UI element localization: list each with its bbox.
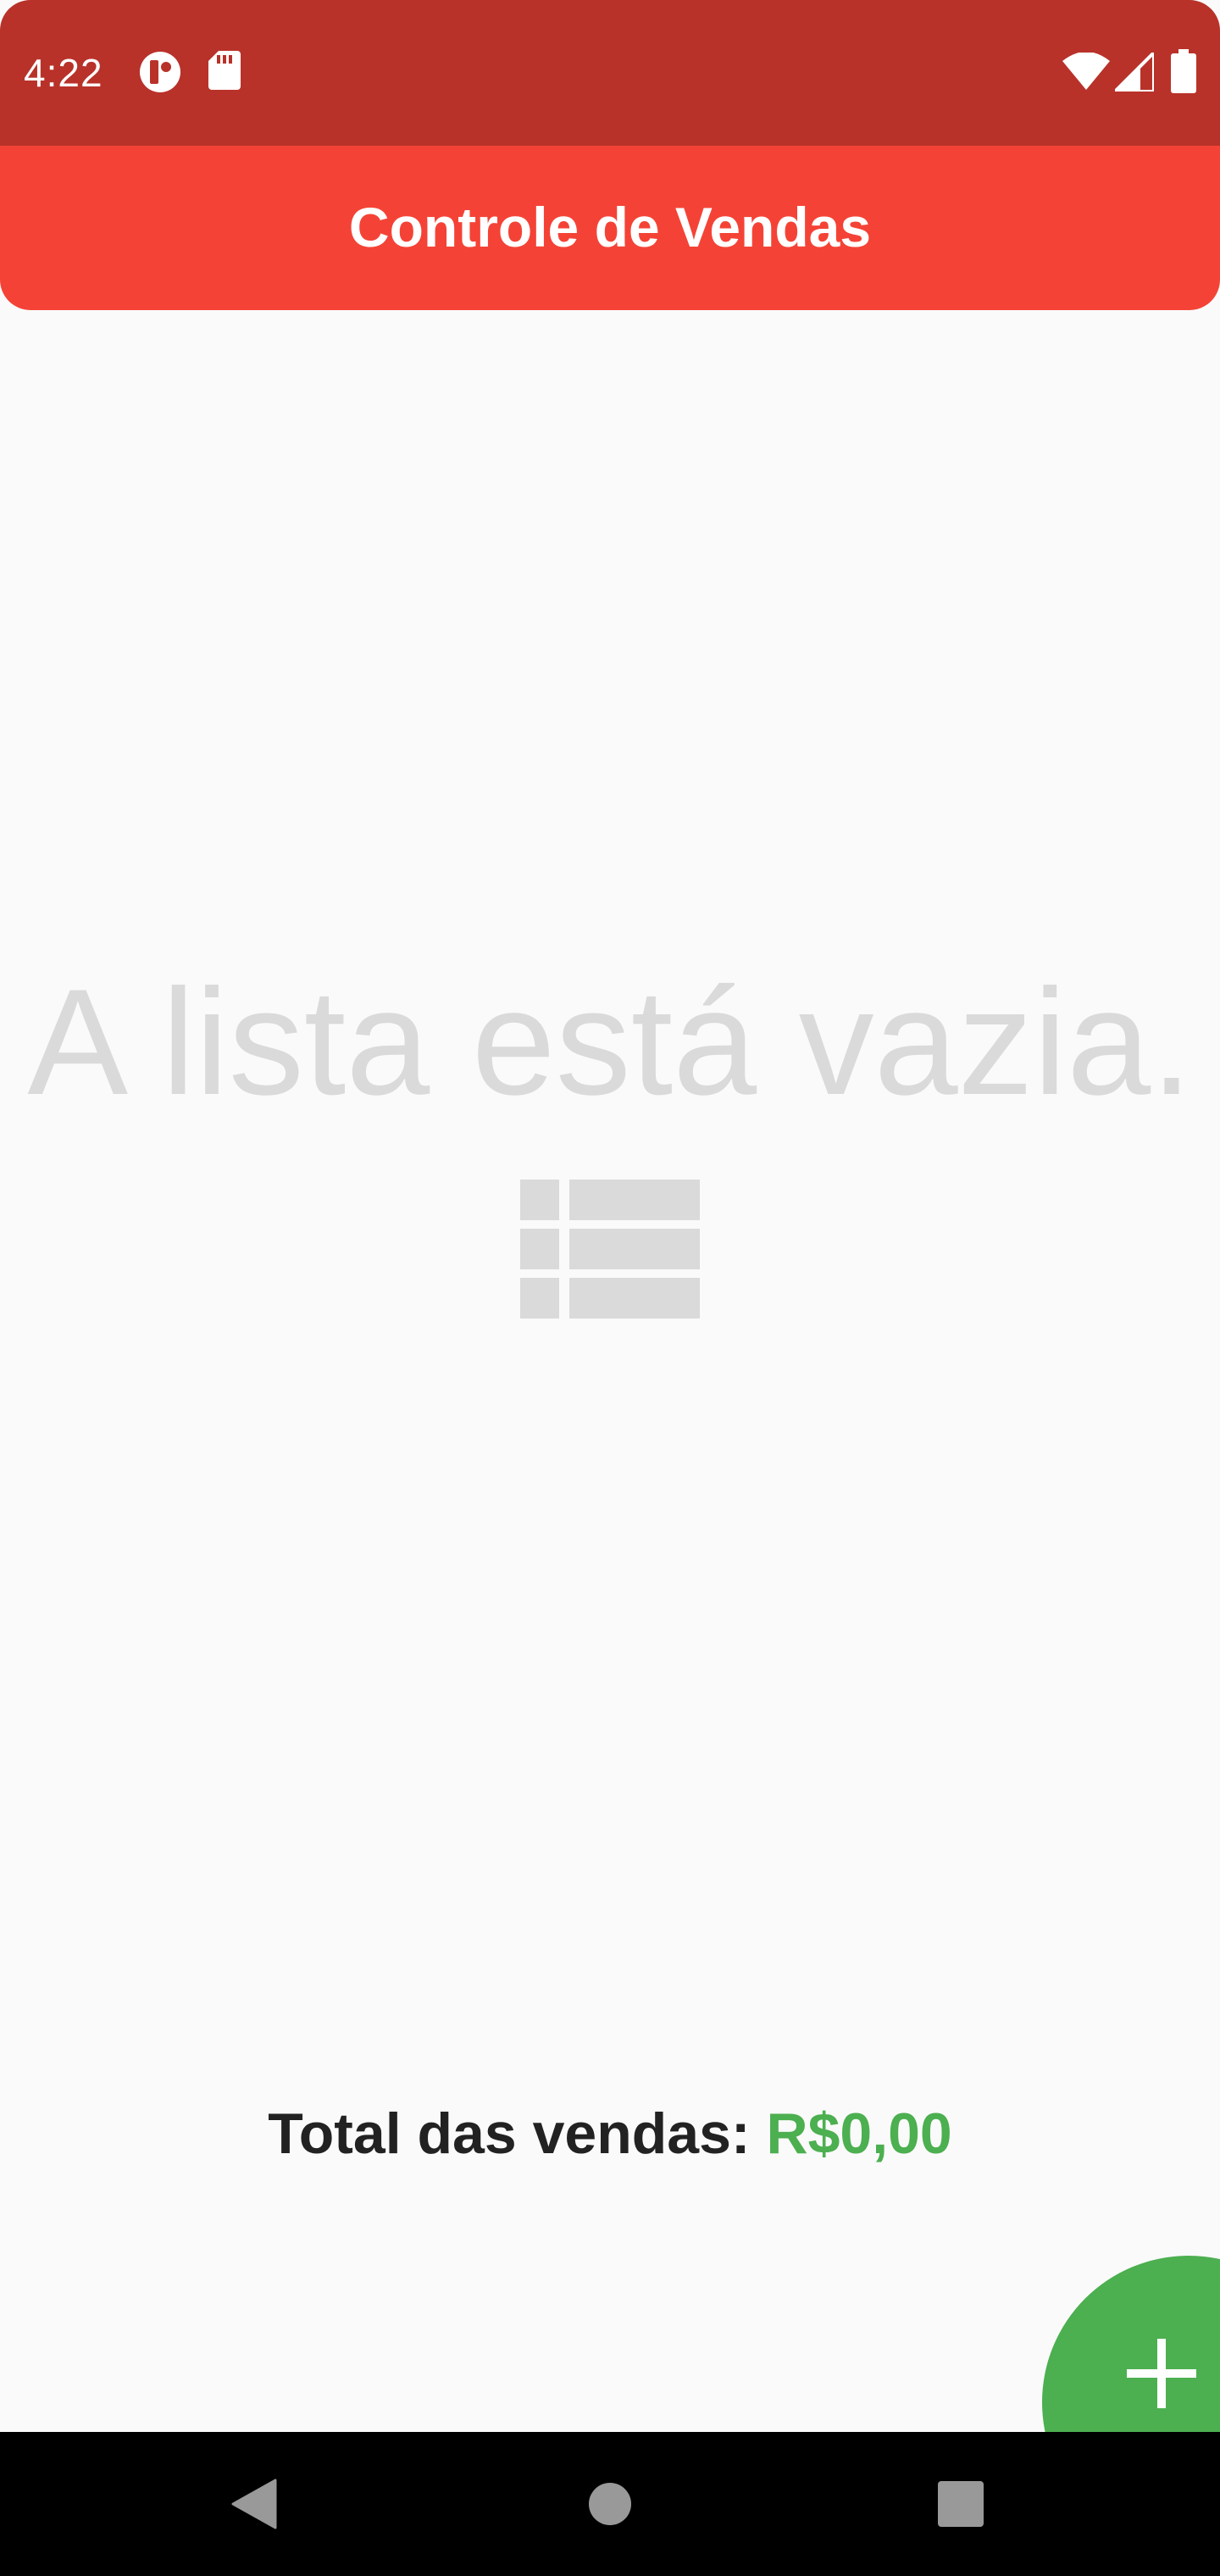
sales-total-value: R$0,00 <box>766 2101 952 2166</box>
navigation-bar <box>0 2432 1220 2576</box>
recents-button[interactable] <box>876 2432 1045 2576</box>
app-screen: 4:22 Controle de Vendas A lista está vaz… <box>0 0 1220 2576</box>
wifi-icon <box>1062 53 1110 90</box>
recents-icon <box>938 2481 984 2527</box>
page-title: Controle de Vendas <box>348 196 872 258</box>
battery-icon <box>1171 49 1196 93</box>
home-button[interactable] <box>525 2432 695 2576</box>
status-bar: 4:22 <box>0 0 1220 146</box>
sales-total: Total das vendas: R$0,00 <box>0 2100 1220 2168</box>
app-bar: Controle de Vendas <box>0 146 1220 310</box>
data-saver-icon <box>140 52 180 92</box>
sales-total-label: Total das vendas: <box>268 2101 767 2166</box>
home-icon <box>589 2483 631 2525</box>
sd-card-icon <box>208 51 241 90</box>
status-time: 4:22 <box>24 51 103 95</box>
back-icon <box>231 2479 277 2529</box>
list-icon <box>520 1180 700 1319</box>
empty-list-message: A lista está vazia. <box>27 958 1193 1126</box>
back-button[interactable] <box>169 2432 339 2576</box>
cellular-signal-icon <box>1115 53 1154 92</box>
add-icon <box>1127 2339 1196 2408</box>
